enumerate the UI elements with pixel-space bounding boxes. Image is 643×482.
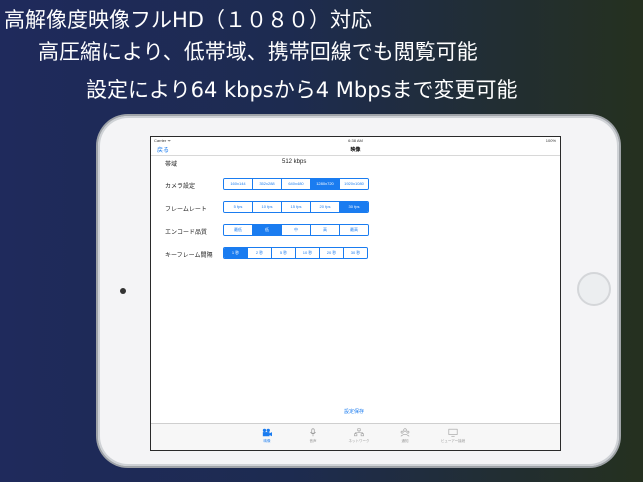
- framerate-label: フレームレート: [165, 207, 207, 213]
- keyframe-option[interactable]: 2 秒: [247, 248, 271, 258]
- tab-viewer[interactable]: ビューアー接続: [433, 428, 473, 444]
- headline-resolution: 高解像度映像フルHD（１０８０）対応: [4, 8, 372, 32]
- back-button[interactable]: 戻る: [157, 145, 169, 154]
- tab-video-label: 映像: [263, 439, 271, 443]
- tab-notify[interactable]: 通知: [385, 428, 425, 444]
- headline-bitrate: 設定により64 kbpsから4 Mbpsまで変更可能: [86, 78, 518, 102]
- quality-option[interactable]: 最低: [224, 225, 252, 235]
- framerate-option[interactable]: 20 fps: [310, 202, 339, 212]
- video-camera-icon: [262, 428, 272, 437]
- network-icon: [354, 428, 364, 437]
- bandwidth-label: 帯域: [165, 162, 178, 168]
- encode-quality-label: エンコード品質: [165, 230, 208, 236]
- keyframe-option[interactable]: 5 秒: [271, 248, 295, 258]
- tab-notify-label: 通知: [401, 439, 409, 443]
- headline-compression: 高圧縮により、低帯域、携帯回線でも閲覧可能: [38, 40, 478, 64]
- save-settings-button[interactable]: 設定保存: [344, 408, 364, 415]
- camera-resolution-selector: 160x144 352x288 640x480 1280x720 1920x1080: [223, 178, 369, 190]
- tab-audio-label: 音声: [309, 439, 317, 443]
- tab-audio[interactable]: 音声: [293, 428, 333, 444]
- front-camera: [120, 288, 126, 294]
- camera-option[interactable]: 352x288: [252, 179, 281, 189]
- navigation-bar: 戻る 映像: [151, 141, 560, 156]
- quality-option[interactable]: 最高: [339, 225, 368, 235]
- keyframe-option[interactable]: 1 秒: [224, 248, 247, 258]
- framerate-option[interactable]: 10 fps: [252, 202, 281, 212]
- camera-option[interactable]: 640x480: [281, 179, 310, 189]
- framerate-selector: 5 fps 10 fps 15 fps 20 fps 30 fps: [223, 201, 369, 213]
- tab-viewer-label: ビューアー接続: [440, 439, 466, 443]
- app-screen: Carrier ᯤ 6:38 AM 100% 戻る 映像 帯域 512 kbps…: [150, 136, 561, 451]
- keyframe-option[interactable]: 10 秒: [295, 248, 319, 258]
- quality-option[interactable]: 中: [281, 225, 310, 235]
- framerate-option[interactable]: 5 fps: [224, 202, 252, 212]
- camera-option[interactable]: 1920x1080: [339, 179, 368, 189]
- camera-option[interactable]: 1280x720: [310, 179, 339, 189]
- tab-network[interactable]: ネットワーク: [339, 428, 379, 444]
- camera-setting-label: カメラ設定: [165, 184, 196, 190]
- quality-option[interactable]: 高: [310, 225, 339, 235]
- bandwidth-value: 512 kbps: [282, 159, 307, 165]
- keyframe-option[interactable]: 20 秒: [319, 248, 343, 258]
- framerate-option[interactable]: 15 fps: [281, 202, 310, 212]
- camera-option[interactable]: 160x144: [224, 179, 252, 189]
- framerate-option[interactable]: 30 fps: [339, 202, 368, 212]
- people-icon: [400, 428, 410, 437]
- tab-network-label: ネットワーク: [348, 439, 370, 443]
- home-button[interactable]: [577, 272, 611, 306]
- tab-video[interactable]: 映像: [247, 428, 287, 444]
- keyframe-interval-label: キーフレーム間隔: [165, 253, 213, 259]
- keyframe-option[interactable]: 30 秒: [343, 248, 367, 258]
- tab-bar: 映像 音声 ネットワーク 通知 ビューアー接続: [151, 423, 560, 450]
- viewer-icon: [448, 428, 458, 437]
- ipad-frame: Carrier ᯤ 6:38 AM 100% 戻る 映像 帯域 512 kbps…: [98, 116, 619, 466]
- quality-option[interactable]: 低: [252, 225, 281, 235]
- microphone-icon: [310, 428, 316, 437]
- keyframe-interval-selector: 1 秒2 秒5 秒 10 秒 20 秒 30 秒: [223, 247, 368, 259]
- page-title: 映像: [350, 147, 361, 153]
- encode-quality-selector: 最低低中高最高: [223, 224, 369, 236]
